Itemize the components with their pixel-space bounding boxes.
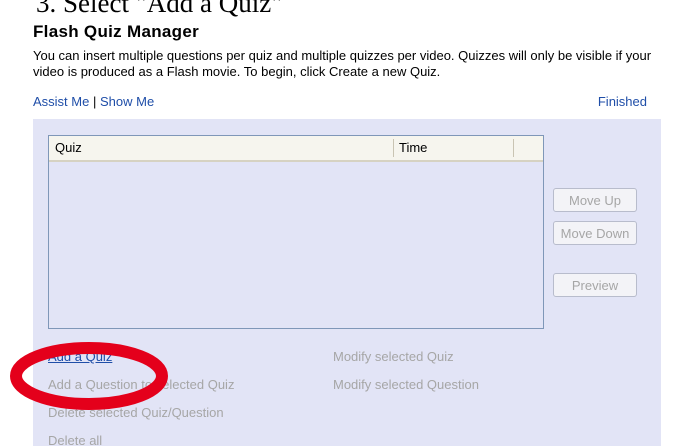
add-quiz-link[interactable]: Add a Quiz (48, 349, 112, 364)
column-header-quiz[interactable]: Quiz (55, 136, 391, 160)
assist-me-link[interactable]: Assist Me (33, 94, 89, 109)
flash-quiz-manager-panel: Flash Quiz Manager You can insert multip… (33, 22, 661, 448)
panel-description: You can insert multiple questions per qu… (33, 48, 652, 79)
finished-link[interactable]: Finished (598, 94, 647, 109)
move-up-button[interactable]: Move Up (553, 188, 637, 212)
column-divider[interactable] (393, 139, 394, 157)
show-me-link[interactable]: Show Me (100, 94, 154, 109)
quiz-list-table[interactable]: Quiz Time (48, 135, 544, 329)
modify-question-link[interactable]: Modify selected Question (333, 377, 479, 392)
help-links-separator: | (92, 94, 97, 109)
move-down-button[interactable]: Move Down (553, 221, 637, 245)
add-question-link[interactable]: Add a Question to selected Quiz (48, 377, 234, 392)
column-divider[interactable] (513, 139, 514, 157)
column-header-time[interactable]: Time (399, 136, 509, 160)
quiz-manager-body: Quiz Time Move Up Move Down Preview Add … (33, 119, 661, 448)
document-step-heading: 3. Select "Add a Quiz" (36, 0, 283, 18)
preview-button[interactable]: Preview (553, 273, 637, 297)
modify-quiz-link[interactable]: Modify selected Quiz (333, 349, 454, 364)
panel-title: Flash Quiz Manager (33, 22, 199, 41)
help-links: Assist Me | Show Me (33, 94, 154, 109)
quiz-table-header: Quiz Time (49, 136, 543, 162)
delete-selected-link[interactable]: Delete selected Quiz/Question (48, 405, 224, 420)
